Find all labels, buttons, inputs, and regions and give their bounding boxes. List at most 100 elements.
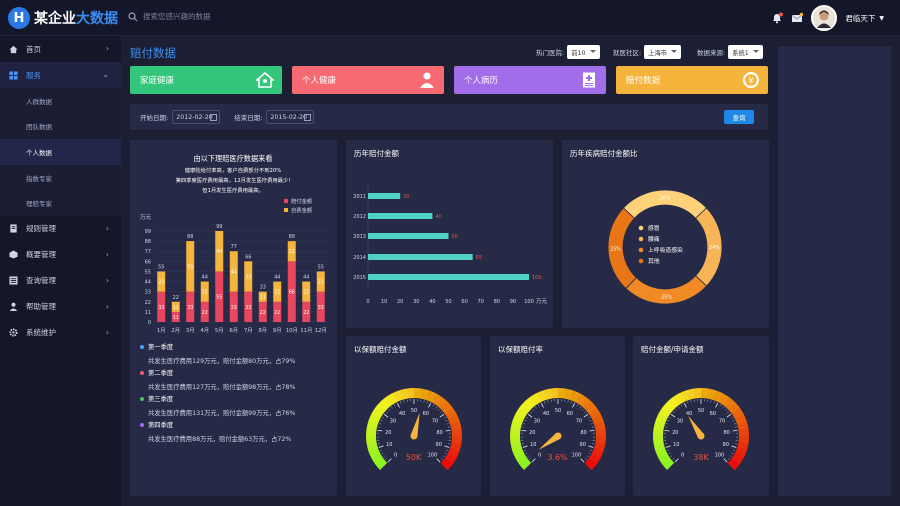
gauge-tick <box>667 420 670 422</box>
sidebar-item-rules[interactable]: 规则管理 › <box>0 216 121 242</box>
gauge-tick <box>666 423 669 425</box>
gear-icon <box>9 328 18 338</box>
gauge-panel-ratio: 赔付金额/申请金额 0 10 20 30 40 50 60 70 80 90 100 38K <box>633 336 769 496</box>
gauge-tick <box>683 402 687 408</box>
bar-selfpay-label: 44 <box>231 269 237 275</box>
legend-swatch <box>284 208 288 212</box>
bar-claim-label: 22 <box>202 310 208 316</box>
bar-claim-label: 66 <box>289 290 295 296</box>
gauge-tick <box>715 402 719 408</box>
sidebar-item-overview[interactable]: 概要管理 › <box>0 242 121 268</box>
message-button[interactable] <box>791 12 804 24</box>
start-date-value: 2012-02-20 <box>176 113 213 121</box>
notification-button[interactable] <box>771 12 784 24</box>
slice-label: 26% <box>660 196 671 202</box>
gauge-tick-label: 70 <box>719 419 725 425</box>
svg-text:¥: ¥ <box>748 76 754 86</box>
x-tick-label: 1月 <box>157 327 166 334</box>
gauge-tick <box>589 420 592 422</box>
sidebar-item-service[interactable]: 服务 ⌄ <box>0 62 121 88</box>
sidebar-subitem-index-expert[interactable]: 指数专家 <box>0 164 121 191</box>
bar-total-label: 44 <box>202 275 208 281</box>
end-date-input[interactable]: 2015-02-20 <box>266 110 315 124</box>
sidebar-subitem-crowd-data[interactable]: 人群数据 <box>0 88 121 114</box>
calendar-icon[interactable] <box>210 114 218 121</box>
legend-dot <box>638 258 644 264</box>
query-button[interactable]: 查询 <box>724 110 754 124</box>
sidebar-subitem-claim-expert[interactable]: 理赔专家 <box>0 190 121 216</box>
x-tick-label: 6月 <box>229 327 238 334</box>
monthly-claims-panel: 由以下理赔医疗数据来看 健康险给付率高，客户自费部分不到20% 第四季度医疗费用最高… <box>130 140 337 496</box>
sidebar-item-home[interactable]: 首页 › <box>0 36 121 62</box>
slice-label: 25% <box>661 294 672 300</box>
sidebar-item-help[interactable]: 帮助管理 › <box>0 294 121 320</box>
sidebar-item-system[interactable]: 系统维护 › <box>0 320 121 346</box>
calendar-icon[interactable] <box>304 114 312 121</box>
gauge-panel-amount: 以保额赔付金额 0 10 20 30 40 50 60 70 80 90 100 50K <box>346 336 481 496</box>
disease-ratio-chart: 26% 24% 25% 25% 感冒腰痛上呼吸道感染其他 <box>607 189 723 305</box>
quarter-title: 第二季度 <box>148 370 174 377</box>
x-tick-label: 12月 <box>315 327 327 334</box>
person-icon <box>9 303 18 312</box>
gauge-tick-label: 90 <box>580 442 586 448</box>
y-axis-unit: 万元 <box>140 214 152 221</box>
gauge-tick <box>426 401 428 404</box>
search-input[interactable]: 搜索您感兴趣的数据 <box>143 11 211 22</box>
card-family-health[interactable]: 家庭健康 <box>130 66 282 94</box>
gauge-tick <box>535 406 537 409</box>
gauge-tick <box>719 404 721 407</box>
sidebar: 首页 › 服务 ⌄ 人群数据 团队数据 个人数据 指数专家 理赔专家 规则管理 … <box>0 36 121 506</box>
gauge-ratio: 010203040 50 60708090100 <box>653 388 749 471</box>
gauge-tick <box>440 411 442 414</box>
bar-total-label: 99 <box>216 224 222 230</box>
card-medical-record[interactable]: 个人病历 <box>454 66 606 94</box>
bar-claim-label: 33 <box>318 305 324 311</box>
gauge-tick <box>526 416 528 419</box>
community-select[interactable]: 上海市 <box>644 45 682 59</box>
source-select[interactable]: 系统1 <box>728 45 763 59</box>
gauge-tick <box>576 404 578 407</box>
bar-selfpay-label: 33 <box>245 275 251 281</box>
gauge-tick <box>670 413 676 418</box>
y-tick-label: 2013 <box>353 234 366 240</box>
user-area: 君临天下 ▼ <box>771 5 884 31</box>
gauge-tick <box>681 404 683 407</box>
hospital-select[interactable]: 前10 <box>567 45 600 59</box>
sidebar-item-label: 服务 <box>26 70 41 80</box>
gauge-value: 38K <box>693 453 709 462</box>
legend-label: 自费金额 <box>291 206 313 214</box>
card-claim-data[interactable]: 赔付数据 ¥ <box>616 66 768 94</box>
gauge-tick-label: 60 <box>567 411 573 417</box>
gauge-tick <box>581 408 584 411</box>
gauge-tick <box>572 402 576 408</box>
app-title-part2: 大数据 <box>76 11 118 27</box>
gauge-tick <box>423 400 425 403</box>
gauge-tick <box>394 404 396 407</box>
gauge-tick <box>379 423 382 425</box>
sidebar-item-query[interactable]: 查询管理 › <box>0 268 121 294</box>
start-date-input[interactable]: 2012-02-20 <box>172 110 221 124</box>
gauge-tick <box>589 429 595 432</box>
bar-total-label: 22 <box>173 295 179 301</box>
gauge-tick <box>386 411 388 414</box>
search-box[interactable]: 搜索您感兴趣的数据 <box>128 11 211 22</box>
caret-down-icon[interactable]: ▼ <box>879 15 884 22</box>
x-tick-label: 10 <box>381 299 387 305</box>
y-tick-label: 77 <box>145 249 151 255</box>
gauge-tick <box>732 420 735 422</box>
gauge-tick <box>664 429 670 432</box>
chevron-right-icon: › <box>105 223 109 233</box>
gauge-tick-label: 30 <box>534 419 540 425</box>
gauge-tick <box>590 423 593 425</box>
user-name[interactable]: 君临天下 <box>845 13 875 24</box>
quarter-title: 第三季度 <box>148 396 174 403</box>
sidebar-subitem-team-data[interactable]: 团队数据 <box>0 113 121 140</box>
avatar-portrait-icon <box>817 10 832 28</box>
avatar[interactable] <box>811 5 838 31</box>
gauge-tick <box>446 449 449 451</box>
main-content: 赔付数据 热门医院: 前10 就医社区: 上海市 数据来源: 系统1 家庭健康 … <box>130 36 770 506</box>
app-logo[interactable]: H 某企业 大数据 <box>8 7 118 29</box>
sidebar-subitem-personal-data[interactable]: 个人数据 <box>0 139 121 165</box>
card-personal-health[interactable]: 个人健康 <box>292 66 444 94</box>
end-date-label: 结束日期: <box>234 114 263 122</box>
